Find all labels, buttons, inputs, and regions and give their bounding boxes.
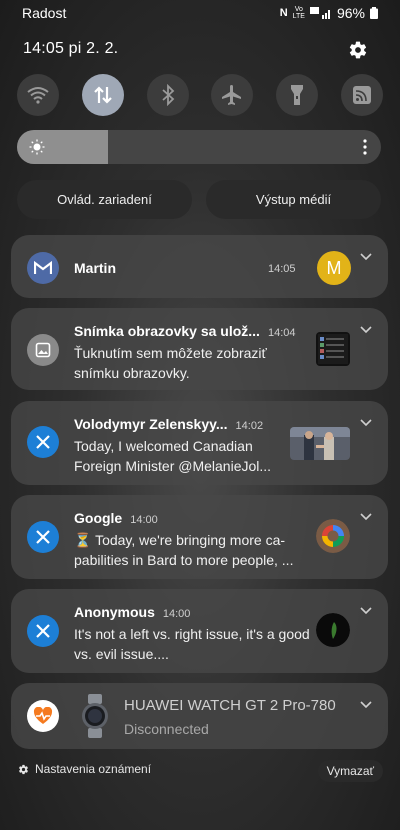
gallery-icon	[27, 334, 59, 366]
notification-title-row: Anonymous 14:00	[74, 604, 190, 620]
notification-time: 14:00	[162, 608, 191, 620]
notification-body: Today, I welcomed Canadian Foreign Minis…	[74, 438, 272, 474]
flashlight-icon	[291, 85, 304, 105]
notification-settings-link[interactable]: Nastavenia oznámení	[18, 762, 151, 776]
notification-title: Volodymyr Zelenskyy...	[74, 416, 228, 432]
cast-toggle[interactable]	[340, 74, 383, 116]
notification-body: ⏳ Today, we're bringing more ca-pabiliti…	[74, 532, 294, 568]
quick-settings-row	[17, 74, 383, 116]
notification-title: Google	[74, 510, 123, 526]
notification-screenshot[interactable]: Snímka obrazovky sa ulož... 14:04 Ťuknutí…	[11, 308, 388, 390]
nfc-icon: N	[279, 7, 288, 19]
notification-time: 14:00	[130, 514, 158, 526]
x-app-icon	[27, 426, 59, 458]
status-icons: N Vo LTE 96%	[280, 5, 378, 21]
clear-all-button[interactable]: Vymazať	[317, 760, 383, 782]
google-avatar	[316, 519, 350, 553]
battery-percent: 96%	[336, 5, 365, 21]
bluetooth-toggle[interactable]	[146, 74, 189, 116]
x-app-icon	[27, 615, 59, 647]
volte-icon: Vo LTE	[292, 6, 305, 20]
tweet-image-thumbnail	[290, 427, 350, 460]
cast-icon	[352, 86, 371, 104]
chevron-down-icon[interactable]	[360, 607, 372, 615]
notification-body: Ťuknutím sem môžete zobraziť snímku obra…	[74, 345, 267, 381]
airplane-icon	[222, 85, 242, 105]
chevron-down-icon[interactable]	[360, 419, 372, 427]
notification-x-anonymous[interactable]: Anonymous 14:00 It's not a left vs. right…	[11, 589, 388, 673]
chevron-down-icon[interactable]	[360, 326, 372, 334]
notification-time: 14:05	[268, 263, 296, 275]
signal-4g-icon	[309, 7, 330, 19]
mobile-data-icon	[94, 86, 112, 104]
carrier-label: Radost	[22, 5, 67, 21]
watch-icon	[80, 694, 110, 738]
media-output-button[interactable]: Výstup médií	[206, 180, 381, 219]
notification-title: HUAWEI WATCH GT 2 Pro-780	[124, 697, 336, 714]
huawei-health-icon	[27, 700, 59, 732]
notification-time: 14:04	[267, 327, 296, 339]
device-control-button[interactable]: Ovlád. zariadení	[17, 180, 192, 219]
gear-icon	[19, 764, 28, 774]
chevron-down-icon[interactable]	[360, 253, 372, 261]
notification-body: Disconnected	[124, 721, 209, 737]
more-options-icon[interactable]	[363, 139, 367, 155]
notification-settings-label: Nastavenia oznámení	[35, 762, 152, 776]
chevron-down-icon[interactable]	[360, 513, 372, 521]
notification-title: Anonymous	[74, 604, 155, 620]
notification-time: 14:02	[235, 420, 264, 432]
notification-title-row: Volodymyr Zelenskyy... 14:02	[74, 416, 263, 432]
brightness-icon	[29, 139, 45, 155]
wifi-icon	[27, 87, 49, 104]
battery-icon	[370, 7, 378, 19]
gmail-icon	[27, 252, 59, 284]
airplane-mode-toggle[interactable]	[211, 74, 254, 116]
notification-x-google[interactable]: Google 14:00 ⏳ Today, we're bringing more…	[11, 495, 388, 579]
avatar: M	[317, 251, 351, 285]
x-app-icon	[27, 521, 59, 553]
notification-title: Snímka obrazovky sa ulož...	[74, 323, 260, 339]
notification-title: Martin	[74, 260, 116, 276]
chevron-down-icon[interactable]	[360, 701, 372, 709]
status-bar: Radost N Vo LTE 96%	[0, 0, 400, 26]
notification-martin[interactable]: Martin 14:05 M	[11, 235, 388, 298]
notification-huawei-watch[interactable]: HUAWEI WATCH GT 2 Pro-780 Disconnected	[11, 683, 388, 749]
brightness-slider[interactable]	[17, 130, 381, 164]
notification-title-row: Snímka obrazovky sa ulož... 14:04	[74, 323, 295, 339]
date-time[interactable]: 14:05 pi 2. 2.	[23, 40, 118, 58]
notification-body: It's not a left vs. right issue, it's a …	[74, 626, 310, 662]
mobile-data-toggle[interactable]	[81, 74, 124, 116]
wifi-toggle[interactable]	[17, 74, 59, 116]
anonymous-avatar	[316, 613, 350, 647]
screenshot-thumbnail	[316, 332, 350, 366]
device-media-row: Ovlád. zariadení Výstup médií	[17, 180, 381, 219]
notification-x-zelenskyy[interactable]: Volodymyr Zelenskyy... 14:02 Today, I wel…	[11, 401, 388, 485]
notification-title-row: Google 14:00	[74, 510, 158, 526]
gear-icon[interactable]	[348, 40, 368, 60]
flashlight-toggle[interactable]	[276, 74, 319, 116]
bluetooth-icon	[161, 84, 174, 106]
